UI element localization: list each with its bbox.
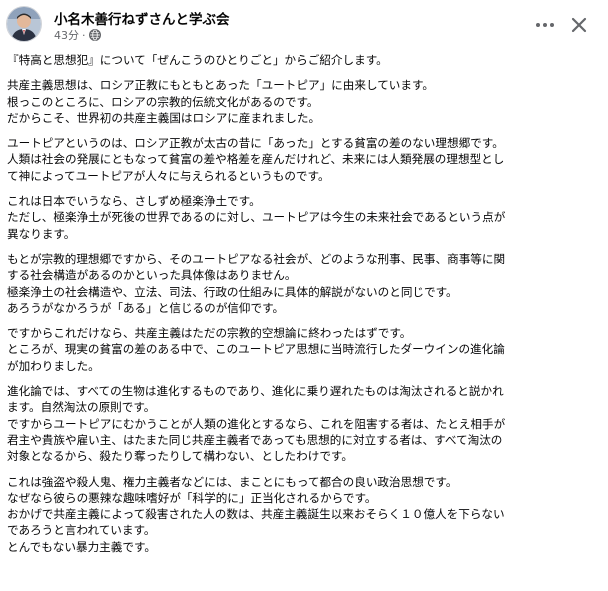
avatar[interactable]	[6, 6, 42, 42]
globe-icon[interactable]	[88, 29, 101, 41]
post-paragraph: 共産主義思想は、ロシア正教にもともとあった「ユートピア」に由来しています。 根っこ…	[7, 77, 603, 126]
post-body: 『特高と思想犯』について「ぜんこうのひとりごと」からご紹介します。共産主義思想は…	[7, 52, 603, 564]
post-text-line: 『特高と思想犯』について「ぜんこうのひとりごと」からご紹介します。	[7, 53, 388, 67]
post-text-line: 人類は社会の発展にともなって貧富の差や格差を産んだけれど、未来には人類発展の理想…	[7, 152, 505, 167]
post-text-line: 極楽浄土の社会構造や、立法、司法、行政の仕組みに具体的解説がないのと同じです。	[7, 284, 458, 299]
post-paragraph: ですからこれだけなら、共産主義はただの宗教的空想論に終わったはずです。 ところが、…	[7, 325, 603, 374]
post-header: 小名木善行ねずさんと学ぶ会 43分 ·	[0, 0, 608, 50]
post-text-line: であろうと言われています。	[7, 523, 156, 538]
more-options-button[interactable]	[532, 12, 558, 38]
post-paragraph: もとが宗教的理想郷ですから、そのユートピアなる社会が、どのような刑事、民事、商事…	[7, 251, 603, 316]
post-text-line: だからこそ、世界初の共産主義国はロシアに産まれました。	[7, 110, 321, 125]
post-text-line: なぜなら彼らの悪辣な趣味嗜好が「科学的に」正当化されるからです。	[7, 490, 377, 505]
avatar-portrait-icon	[7, 7, 41, 41]
post-meta: 43分 ·	[54, 28, 101, 42]
author-name[interactable]: 小名木善行ねずさんと学ぶ会	[54, 8, 230, 28]
post-text-line: 共産主義思想は、ロシア正教にもともとあった「ユートピア」に由来しています。	[7, 78, 434, 93]
post-text-line: する社会構造があるのかといった具体像はありません。	[7, 268, 297, 283]
post-text-line: 異なります。	[7, 226, 76, 241]
post-paragraph: 進化論では、すべての生物は進化するものであり、進化に乗り遅れたものは淘汰されると…	[7, 383, 603, 464]
post-text-line: ですからこれだけなら、共産主義はただの宗教的空想論に終わったはずです。	[7, 326, 412, 341]
facebook-post: 小名木善行ねずさんと学ぶ会 43分 · 『特高と思想犯』について「ぜんこうのひと…	[0, 0, 608, 591]
timestamp[interactable]: 43分	[54, 27, 79, 43]
post-text-line: あろうがなかろうが「ある」と信じるのが信仰です。	[7, 300, 285, 315]
post-text-line: もとが宗教的理想郷ですから、そのユートピアなる社会が、どのような刑事、民事、商事…	[7, 251, 506, 266]
post-text-line: て神によってユートピアが人々に与えられるというものです。	[7, 168, 330, 183]
post-text-line: ます。自然淘汰の原則です。	[7, 400, 156, 415]
post-text-line: とんでもない暴力主義です。	[7, 539, 156, 554]
post-paragraph: ユートピアというのは、ロシア正教が太古の昔に「あった」とする貧富の差のない理想郷…	[7, 135, 603, 184]
post-paragraph: これは日本でいうなら、さしずめ極楽浄土です。 ただし、極楽浄土が死後の世界であるの…	[7, 193, 603, 242]
post-text-line: ただし、極楽浄土が死後の世界であるのに対し、ユートピアは今生の未来社会であるとい…	[7, 210, 506, 225]
post-text-line: が加わりました。	[7, 358, 100, 373]
post-text-line: ですからユートピアにむかうことが人類の進化とするなら、これを阻害する者は、たとえ…	[7, 416, 506, 431]
post-text-line: これは日本でいうなら、さしずめ極楽浄土です。	[7, 194, 261, 209]
post-text-line: ユートピアというのは、ロシア正教が太古の昔に「あった」とする貧富の差のない理想郷…	[7, 136, 504, 151]
post-paragraph: 『特高と思想犯』について「ぜんこうのひとりごと」からご紹介します。	[7, 52, 603, 68]
meta-separator: ·	[82, 28, 86, 42]
post-paragraph: これは強盗や殺人鬼、権力主義者などには、まことにもって都合の良い政治思想です。な…	[7, 474, 603, 555]
post-text-line: ところが、現実の貧富の差のある中で、このユートピア思想に当時流行したダーウインの…	[7, 342, 505, 357]
post-text-line: これは強盗や殺人鬼、権力主義者などには、まことにもって都合の良い政治思想です。	[7, 474, 458, 489]
post-text-line: 進化論では、すべての生物は進化するものであり、進化に乗り遅れたものは淘汰されると…	[7, 384, 504, 399]
post-text-line: 対象となるから、殺たり奪ったりして構わない、としたわけです。	[7, 449, 353, 464]
post-text-line: 根っこのところに、ロシアの宗教的伝統文化があるのです。	[7, 94, 319, 109]
more-options-icon	[536, 23, 540, 27]
close-button[interactable]	[566, 12, 592, 38]
post-text-line: 君主や貴族や雇い主、はたまた同じ共産主義者であっても思想的に対立する者は、すべて…	[7, 432, 503, 447]
close-icon	[571, 17, 587, 33]
post-text-line: おかげで共産主義によって殺害された人の数は、共産主義誕生以来おそらく１０億人を下…	[7, 507, 505, 522]
